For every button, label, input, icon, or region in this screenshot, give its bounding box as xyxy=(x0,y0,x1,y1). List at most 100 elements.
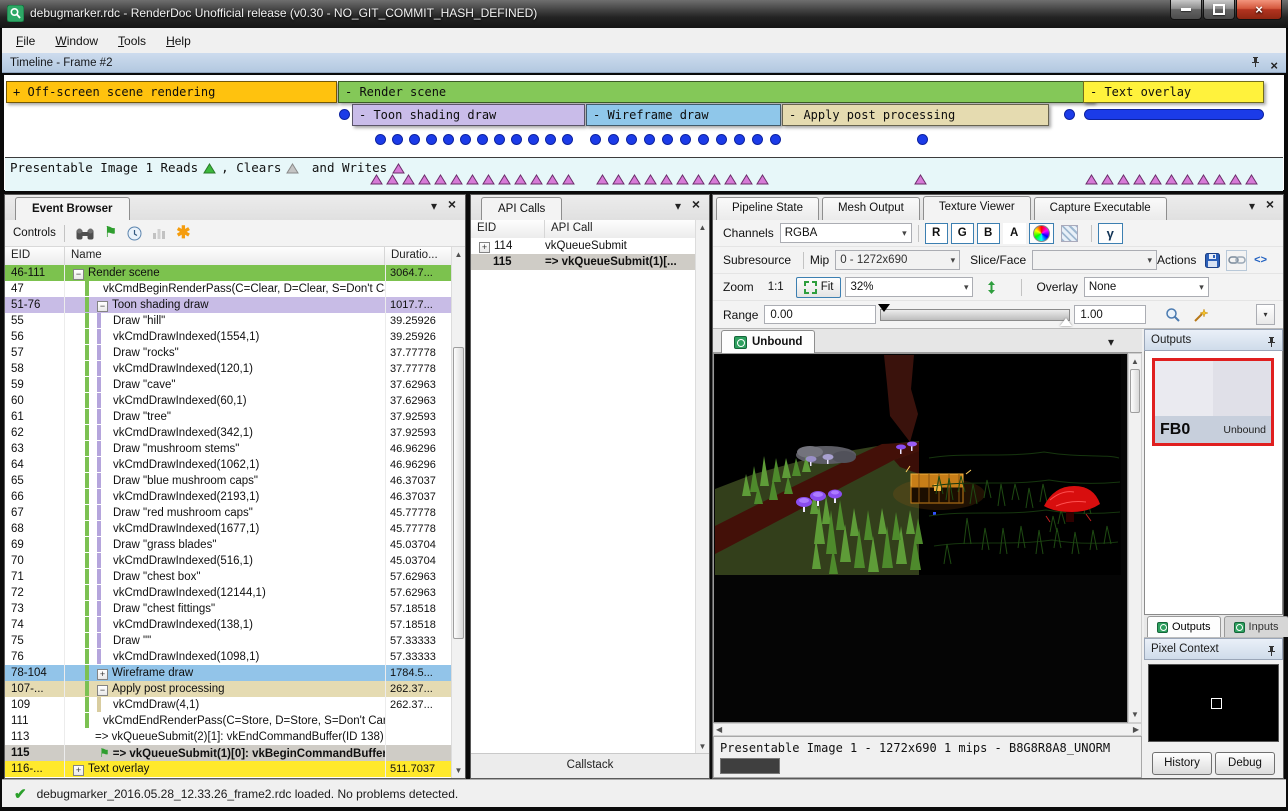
open-shader-icon[interactable]: <> xyxy=(1250,250,1271,271)
scroll-up-icon[interactable]: ▲ xyxy=(452,247,465,262)
zoom-1to1-button[interactable]: 1:1 xyxy=(760,277,792,298)
time-draws-icon[interactable] xyxy=(127,226,142,241)
timeline-write-triangle[interactable] xyxy=(1133,172,1146,183)
event-row[interactable]: 113=> vkQueueSubmit(2)[1]: vkEndCommandB… xyxy=(5,729,451,745)
event-row[interactable]: 68vkCmdDrawIndexed(1677,1)45.77778 xyxy=(5,521,451,537)
event-row[interactable]: 69Draw "grass blades"45.03704 xyxy=(5,537,451,553)
history-button[interactable]: History xyxy=(1152,752,1212,775)
callstack-section-label[interactable]: Callstack xyxy=(471,753,709,778)
timeline-marker-bar[interactable]: - Apply post processing xyxy=(782,104,1049,126)
event-row[interactable]: 115⚑=> vkQueueSubmit(1)[0]: vkBeginComma… xyxy=(5,745,451,761)
event-row[interactable]: 65Draw "blue mushroom caps"46.37037 xyxy=(5,473,451,489)
event-row[interactable]: 58vkCmdDrawIndexed(120,1)37.77778 xyxy=(5,361,451,377)
timeline-event-dot[interactable] xyxy=(644,134,655,145)
timeline-event-dot[interactable] xyxy=(511,134,522,145)
event-row[interactable]: 61Draw "tree"37.92593 xyxy=(5,409,451,425)
timeline-write-triangle[interactable] xyxy=(1197,172,1210,183)
event-row[interactable]: 75Draw ""57.33333 xyxy=(5,633,451,649)
pin-icon[interactable] xyxy=(1267,644,1276,664)
timeline-write-triangle[interactable] xyxy=(660,172,673,183)
event-row[interactable]: 73Draw "chest fittings"57.18518 xyxy=(5,601,451,617)
event-row[interactable]: 71Draw "chest box"57.62963 xyxy=(5,569,451,585)
timeline-write-triangle[interactable] xyxy=(740,172,753,183)
timeline-write-triangle[interactable] xyxy=(562,172,575,183)
timeline-write-triangle[interactable] xyxy=(434,172,447,183)
scroll-right-icon[interactable]: ▶ xyxy=(1133,725,1139,734)
timeline-event-dot[interactable] xyxy=(426,134,437,145)
event-row[interactable]: 46-111−Render scene3064.7... xyxy=(5,265,451,281)
close-icon[interactable]: × xyxy=(692,197,700,212)
timeline-write-triangle[interactable] xyxy=(370,172,383,183)
event-row[interactable]: 72vkCmdDrawIndexed(12144,1)57.62963 xyxy=(5,585,451,601)
expander-minus-icon[interactable]: − xyxy=(97,685,108,696)
event-row[interactable]: 66vkCmdDrawIndexed(2193,1)46.37037 xyxy=(5,489,451,505)
zoom-fit-button[interactable]: Fit xyxy=(796,277,842,298)
timeline-event-dot[interactable] xyxy=(528,134,539,145)
timeline-write-triangle[interactable] xyxy=(546,172,559,183)
timeline-write-triangle[interactable] xyxy=(596,172,609,183)
alpha-checker-icon[interactable] xyxy=(1057,223,1082,244)
timeline-write-triangle[interactable] xyxy=(644,172,657,183)
timeline-write-triangle[interactable] xyxy=(628,172,641,183)
menu-item-tools[interactable]: Tools xyxy=(108,31,156,51)
timeline-write-triangle[interactable] xyxy=(1165,172,1178,183)
scroll-thumb[interactable] xyxy=(453,347,464,639)
tab-capture-executable[interactable]: Capture Executable xyxy=(1034,197,1167,220)
timeline-write-triangle[interactable] xyxy=(450,172,463,183)
event-row[interactable]: 55Draw "hill"39.25926 xyxy=(5,313,451,329)
scrollbar-horizontal[interactable]: ◀ ▶ xyxy=(713,723,1142,736)
tab-inputs[interactable]: Inputs xyxy=(1224,616,1288,637)
range-max-input[interactable]: 1.00 xyxy=(1074,305,1146,324)
timeline-write-triangle[interactable] xyxy=(482,172,495,183)
column-api-call[interactable]: API Call xyxy=(545,220,695,238)
event-row[interactable]: 116-...+Text overlay511.7037 xyxy=(5,761,451,777)
texture-image-viewport[interactable] xyxy=(713,353,1128,723)
timeline-event-dot[interactable] xyxy=(698,134,709,145)
range-slider[interactable] xyxy=(880,308,1070,322)
timeline-event-dot[interactable] xyxy=(716,134,727,145)
column-eid[interactable]: EID xyxy=(5,247,65,265)
timeline-event-dot[interactable] xyxy=(409,134,420,145)
timeline-event-dot[interactable] xyxy=(460,134,471,145)
tab-texture-viewer[interactable]: Texture Viewer xyxy=(923,196,1031,220)
tab-outputs[interactable]: Outputs xyxy=(1147,616,1221,637)
timeline-event-dot[interactable] xyxy=(734,134,745,145)
scroll-down-icon[interactable]: ▼ xyxy=(696,739,709,754)
timeline-event-dot[interactable] xyxy=(770,134,781,145)
event-row[interactable]: 62vkCmdDrawIndexed(342,1)37.92593 xyxy=(5,425,451,441)
overlay-select[interactable]: None▾ xyxy=(1084,277,1209,297)
link-texture-icon[interactable] xyxy=(1226,250,1247,271)
close-icon[interactable]: × xyxy=(448,197,456,212)
column-name[interactable]: Name xyxy=(65,247,385,265)
api-call-row[interactable]: +114vkQueueSubmit xyxy=(471,238,695,254)
channel-green-toggle[interactable]: G xyxy=(951,223,974,244)
timeline-write-triangle[interactable] xyxy=(386,172,399,183)
timeline-write-triangle[interactable] xyxy=(1181,172,1194,183)
expander-plus-icon[interactable]: + xyxy=(97,669,108,680)
tab-event-browser[interactable]: Event Browser xyxy=(15,197,130,221)
panel-menu-icon[interactable]: ▾ xyxy=(1249,199,1255,214)
timeline-event-dot[interactable] xyxy=(752,134,763,145)
timeline-event-dot[interactable] xyxy=(917,134,928,145)
timeline-event-dot[interactable] xyxy=(392,134,403,145)
slice-face-select[interactable]: ▾ xyxy=(1032,250,1157,270)
event-row[interactable]: 60vkCmdDrawIndexed(60,1)37.62963 xyxy=(5,393,451,409)
event-row[interactable]: 56vkCmdDrawIndexed(1554,1)39.25926 xyxy=(5,329,451,345)
pin-icon[interactable] xyxy=(1251,55,1260,75)
tab-unbound-texture[interactable]: Unbound xyxy=(721,330,815,353)
timeline-event-dot[interactable] xyxy=(680,134,691,145)
event-row[interactable]: 109vkCmdDraw(4,1)262.37... xyxy=(5,697,451,713)
mip-select[interactable]: 0 - 1272x690▾ xyxy=(835,250,960,270)
stats-icon[interactable] xyxy=(152,226,166,240)
menu-item-window[interactable]: Window xyxy=(45,31,108,51)
channel-alpha-toggle[interactable]: A xyxy=(1003,223,1026,244)
range-white-point-handle[interactable] xyxy=(1060,318,1072,326)
scrollbar-vertical[interactable]: ▲ ▼ xyxy=(695,220,709,754)
zoom-range-icon[interactable] xyxy=(1160,304,1185,325)
event-row[interactable]: 78-104+Wireframe draw1784.5... xyxy=(5,665,451,681)
output-thumbnail-fb0[interactable]: FB0 Unbound xyxy=(1152,358,1274,446)
event-row[interactable]: 47vkCmdBeginRenderPass(C=Clear, D=Clear,… xyxy=(5,281,451,297)
timeline-event-dot[interactable] xyxy=(477,134,488,145)
timeline-event-dot[interactable] xyxy=(375,134,386,145)
scroll-up-icon[interactable]: ▲ xyxy=(1129,354,1141,369)
